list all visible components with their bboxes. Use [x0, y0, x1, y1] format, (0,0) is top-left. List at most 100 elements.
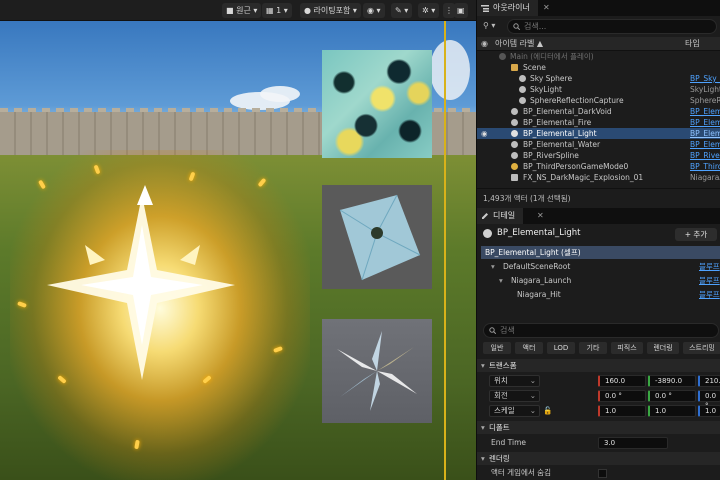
close-icon[interactable]: ✕: [543, 0, 550, 16]
rotation-label: 회전: [494, 391, 508, 400]
scale-label: 스케일: [494, 406, 515, 415]
list-item[interactable]: BP_ThirdPersonGameMode0 BP_Third: [477, 161, 720, 172]
lighting-mode-button[interactable]: ● 라이팅포함 ▾: [300, 3, 361, 18]
row-type-link[interactable]: BP_Eleme: [690, 117, 720, 128]
settings-button[interactable]: ✲ ▾: [418, 3, 440, 18]
close-icon[interactable]: ✕: [537, 208, 544, 224]
filter-streaming[interactable]: 스트리밍: [683, 342, 720, 354]
value: 1.0: [655, 407, 667, 415]
list-item[interactable]: BP_Elemental_DarkVoid BP_Eleme: [477, 106, 720, 117]
list-item[interactable]: SphereReflectionCapture SphereRef: [477, 95, 720, 106]
scale-z-field[interactable]: 1.0: [698, 405, 720, 417]
section-transform[interactable]: ▾ 트랜스폼: [477, 359, 720, 372]
tab-details[interactable]: 디테일: [477, 208, 524, 224]
location-dropdown[interactable]: 위치 ⌄: [489, 375, 540, 387]
add-component-button[interactable]: + 추가: [675, 228, 717, 241]
list-item[interactable]: Sky Sphere BP_Sky_S: [477, 73, 720, 84]
component-link[interactable]: 블루프: [699, 288, 720, 301]
location-y-field[interactable]: -3890.0: [648, 375, 696, 387]
row-type-link[interactable]: BP_Eleme: [690, 139, 720, 150]
rotation-dropdown[interactable]: 회전 ⌄: [489, 390, 540, 402]
list-item[interactable]: Main (에디터에서 플레이): [477, 51, 720, 62]
details-tab-label: 디테일: [493, 211, 516, 220]
hidden-in-game-checkbox[interactable]: [598, 469, 607, 478]
value: 160.0: [605, 377, 626, 385]
row-type-link[interactable]: BP_Sky_S: [690, 73, 720, 84]
cloud: [260, 86, 300, 102]
world-icon: [499, 53, 506, 60]
filter-actor[interactable]: 액터: [515, 342, 543, 354]
component-link[interactable]: 블루프: [699, 274, 720, 287]
gear-icon: ✲: [422, 6, 429, 15]
filter-general[interactable]: 일반: [483, 342, 511, 354]
list-item[interactable]: FX_NS_DarkMagic_Explosion_01 NiagaraA: [477, 172, 720, 183]
folder-icon: [511, 64, 518, 71]
filter-physics[interactable]: 피직스: [611, 342, 643, 354]
actor-icon: [483, 229, 492, 238]
list-item-selected[interactable]: ◉ BP_Elemental_Light BP_Eleme: [477, 128, 720, 139]
value: 1.0: [605, 407, 617, 415]
search-icon: [489, 327, 496, 334]
row-type-link[interactable]: BP_River: [690, 150, 720, 161]
type-column-header[interactable]: 타입: [685, 37, 700, 51]
level-viewport[interactable]: ■ 원근 ▾ ▦ 1 ▾ ● 라이팅포함 ▾ ◉ ▾ ✎ ▾ ✲ ▾ ⋮ ▣: [0, 0, 476, 480]
filter-icon[interactable]: ⚲ ▾: [483, 21, 495, 30]
section-default[interactable]: ▾ 디폴트: [477, 421, 720, 434]
rotation-y-field[interactable]: 0.0 °: [648, 390, 696, 402]
list-item[interactable]: BP_RiverSpline BP_River: [477, 150, 720, 161]
row-name: SkyLight: [530, 85, 562, 94]
component-row[interactable]: ▾ DefaultSceneRoot 블루프: [481, 260, 720, 273]
expand-arrow-icon[interactable]: ▾: [491, 260, 495, 273]
rotation-z-field[interactable]: 0.0 °: [698, 390, 720, 410]
gamemode-icon: [511, 163, 518, 170]
eye-icon[interactable]: ◉: [481, 128, 488, 139]
section-rendering[interactable]: ▾ 렌더링: [477, 452, 720, 465]
list-item[interactable]: Scene: [477, 62, 720, 73]
label-column-header[interactable]: 아이템 라벨 ▲: [495, 37, 543, 51]
list-item[interactable]: SkyLight SkyLight: [477, 84, 720, 95]
row-type-link[interactable]: BP_Eleme: [690, 106, 720, 117]
row-type-link[interactable]: BP_Eleme: [690, 128, 720, 139]
fov-button[interactable]: ▦ 1 ▾: [262, 3, 292, 18]
list-item[interactable]: BP_Elemental_Fire BP_Eleme: [477, 117, 720, 128]
filter-rendering[interactable]: 렌더링: [647, 342, 679, 354]
filter-label: 기타: [586, 344, 600, 352]
component-self[interactable]: BP_Elemental_Light (셀프): [481, 246, 720, 259]
scale-dropdown[interactable]: 스케일 ⌄: [489, 405, 540, 417]
filter-lod[interactable]: LOD: [547, 342, 575, 354]
list-item[interactable]: BP_Elemental_Water BP_Eleme: [477, 139, 720, 150]
row-type-link[interactable]: BP_Third: [690, 161, 720, 172]
scale-x-field[interactable]: 1.0: [598, 405, 646, 417]
location-z-field[interactable]: 210.0: [698, 375, 720, 387]
component-link[interactable]: 블루프: [699, 260, 720, 273]
lock-icon[interactable]: 🔓: [543, 404, 552, 418]
filter-misc[interactable]: 기타: [579, 342, 607, 354]
component-row[interactable]: ▾ Niagara_Launch 블루프: [481, 274, 720, 287]
light-icon: [519, 86, 526, 93]
visibility-column-icon[interactable]: ◉: [481, 37, 488, 51]
section-title: 트랜스폼: [489, 361, 517, 370]
niagara-icon: [511, 174, 518, 181]
layout-button[interactable]: ▣: [454, 3, 468, 18]
rotation-x-field[interactable]: 0.0 °: [598, 390, 646, 402]
value: 0.0 °: [605, 392, 622, 400]
show-flags-button[interactable]: ◉ ▾: [363, 3, 385, 18]
selection-bound-line: [444, 21, 446, 480]
details-search-box[interactable]: [483, 323, 719, 338]
outliner-search-box[interactable]: [507, 19, 717, 34]
expand-arrow-icon[interactable]: ▾: [499, 274, 503, 287]
tab-outliner[interactable]: 아웃라이너: [477, 0, 538, 16]
actor-name[interactable]: BP_Elemental_Light: [497, 228, 580, 238]
component-row[interactable]: Niagara_Hit 블루프: [481, 288, 720, 301]
reflection-capture-icon: [519, 97, 526, 104]
transform-tools-button[interactable]: ✎ ▾: [391, 3, 413, 18]
perspective-button[interactable]: ■ 원근 ▾: [222, 3, 262, 18]
outliner-search-input[interactable]: [524, 21, 644, 32]
end-time-field[interactable]: 3.0: [598, 437, 668, 449]
actor-icon: [519, 75, 526, 82]
search-icon: [513, 23, 520, 30]
filter-label: 일반: [490, 344, 504, 352]
details-search-input[interactable]: [500, 325, 620, 336]
location-x-field[interactable]: 160.0: [598, 375, 646, 387]
scale-y-field[interactable]: 1.0: [648, 405, 696, 417]
